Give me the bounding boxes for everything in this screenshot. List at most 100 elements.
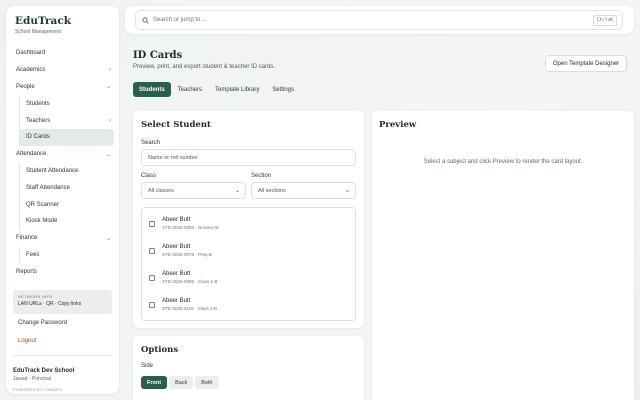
side-label: Side (141, 363, 154, 369)
sidebar-item-label: Staff Attendance (26, 184, 70, 191)
side-front-button[interactable]: Front (141, 376, 168, 389)
sidebar-item-people[interactable]: People ⌄ (6, 79, 119, 96)
student-row[interactable]: Abeer Butt STD-2025-0096 · Class 1-B (142, 264, 355, 291)
side-both-button[interactable]: Both (195, 376, 219, 389)
select-student-title: Select Student (141, 120, 211, 130)
sidebar-item-dashboard[interactable]: Dashboard (6, 45, 119, 62)
sidebar-item-teachers[interactable]: Teachers › (6, 112, 119, 129)
section-select-value: All sections (258, 187, 286, 194)
page-title: ID Cards (133, 50, 183, 61)
sidebar-item-reports[interactable]: Reports (6, 263, 119, 280)
chevron-right-icon: › (109, 117, 111, 124)
sidebar-item-finance[interactable]: Finance ⌄ (6, 230, 119, 247)
sidebar-item-student-attendance[interactable]: Student Attendance (6, 163, 119, 180)
brand-subtitle: School Management (15, 29, 61, 35)
tab-settings[interactable]: Settings (266, 82, 300, 97)
sidebar-item-label: Kiosk Mode (26, 218, 58, 225)
student-name: Abeer Butt (162, 244, 191, 250)
sidebar-item-label: Academics (16, 67, 46, 74)
section-select[interactable]: All sections ⌄ (251, 182, 356, 199)
finance-submenu: Fees (6, 246, 119, 264)
sidebar-item-kiosk-mode[interactable]: Kiosk Mode (6, 213, 119, 230)
powered-by: POWERED BY ONKIRO (13, 387, 63, 392)
sidebar-item-label: Teachers (26, 117, 51, 124)
sidebar-item-label: QR Scanner (26, 201, 60, 208)
tab-teachers[interactable]: Teachers (172, 82, 208, 97)
sidebar-item-id-cards[interactable]: ID Cards (19, 128, 114, 146)
chevron-down-icon: ⌄ (105, 151, 111, 158)
chevron-right-icon: › (109, 67, 111, 74)
student-meta: STD-2025-0056 · Nursery-B (162, 225, 219, 230)
options-card: Options Side Front Back Both (133, 336, 364, 400)
network-info-value: LAN URLs · QR · Copy links (18, 301, 82, 307)
section-label: Section (251, 173, 272, 179)
tab-template-library[interactable]: Template Library (209, 82, 265, 97)
sidebar-item-label: Student Attendance (26, 167, 79, 174)
class-select[interactable]: All classes ⌄ (141, 182, 246, 199)
sidebar-item-qr-scanner[interactable]: QR Scanner (6, 196, 119, 213)
tab-bar: Students Teachers Template Library Setti… (133, 82, 301, 97)
search-icon (142, 16, 149, 24)
sidebar-item-label: Students (26, 100, 50, 107)
preview-card: Preview Select a subject and click Previ… (372, 111, 634, 400)
sidebar-item-label: Dashboard (16, 50, 46, 57)
sidebar-nav: Dashboard Academics › People ⌄ Students Te… (6, 45, 119, 280)
sidebar-item-staff-attendance[interactable]: Staff Attendance (6, 179, 119, 196)
shortcut-hint: Ctrl+K (592, 15, 617, 26)
sidebar-item-academics[interactable]: Academics › (6, 62, 119, 79)
people-submenu: Students Teachers › ID Cards (6, 95, 119, 147)
student-row[interactable]: Abeer Butt STD-2025-0056 · Nursery-B (142, 210, 355, 237)
side-back-button[interactable]: Back (169, 376, 194, 389)
global-search-input[interactable]: Search or jump to… Ctrl+K (135, 10, 623, 30)
sidebar-item-label: Reports (16, 268, 38, 275)
network-info-panel[interactable]: NETWORK INFO LAN URLs · QR · Copy links (13, 290, 112, 314)
student-checkbox[interactable] (149, 247, 155, 254)
student-meta: STD-2025-0116 · Class 2-B (162, 306, 218, 311)
class-label: Class (141, 173, 157, 179)
network-info-title: NETWORK INFO (18, 294, 53, 299)
sidebar-item-label: Finance (16, 235, 38, 242)
current-user: Jawad · Principal (13, 376, 52, 382)
student-meta: STD-2025-0076 · Prep-B (162, 252, 213, 257)
student-name: Abeer Butt (162, 271, 191, 277)
logout-link[interactable]: Logout (18, 338, 36, 344)
sidebar-item-fees[interactable]: Fees (6, 247, 119, 264)
sidebar-item-label: ID Cards (26, 134, 50, 141)
sidebar-item-label: Fees (26, 251, 40, 258)
student-search-input[interactable]: Name or roll number (141, 149, 356, 166)
sidebar-item-students[interactable]: Students (6, 95, 119, 112)
student-name: Abeer Butt (162, 217, 191, 223)
chevron-down-icon: ⌄ (105, 84, 111, 91)
sidebar: EduTrack School Management Dashboard Aca… (6, 6, 119, 394)
student-checkbox[interactable] (149, 220, 155, 227)
change-password-link[interactable]: Change Password (18, 320, 67, 326)
student-search-placeholder: Name or roll number (148, 154, 199, 161)
student-checkbox[interactable] (149, 274, 155, 281)
sidebar-item-label: Attendance (16, 151, 47, 158)
brand: EduTrack School Management (6, 6, 119, 41)
student-row[interactable]: Abeer Butt STD-2025-0116 · Class 2-B (142, 291, 355, 318)
page-subtitle: Preview, print, and export student & tea… (133, 64, 276, 70)
topbar: Search or jump to… Ctrl+K (125, 6, 634, 34)
side-toggle: Front Back Both (141, 376, 219, 389)
preview-title: Preview (379, 120, 417, 130)
search-placeholder: Search or jump to… (153, 17, 207, 23)
chevron-down-icon: ⌄ (234, 188, 240, 194)
attendance-submenu: Student Attendance Staff Attendance QR S… (6, 162, 119, 230)
chevron-down-icon: ⌄ (344, 188, 350, 194)
search-label: Search (141, 140, 161, 146)
student-checkbox[interactable] (149, 301, 155, 308)
student-row[interactable]: Abeer Butt STD-2025-0076 · Prep-B (142, 237, 355, 264)
chevron-down-icon: ⌄ (105, 235, 111, 242)
student-meta: STD-2025-0096 · Class 1-B (162, 279, 218, 284)
sidebar-item-attendance[interactable]: Attendance ⌄ (6, 146, 119, 163)
student-list: Abeer Butt STD-2025-0056 · Nursery-B Abee… (141, 207, 356, 321)
tab-students[interactable]: Students (133, 82, 171, 97)
sidebar-divider (13, 355, 112, 356)
school-name: EduTrack Dev School (13, 368, 75, 374)
preview-empty-message: Select a subject and click Preview to re… (423, 159, 583, 165)
open-template-designer-button[interactable]: Open Template Designer (545, 55, 627, 72)
sidebar-item-label: People (16, 83, 35, 90)
select-student-card: Select Student Search Name or roll numbe… (133, 111, 364, 328)
class-select-value: All classes (148, 187, 174, 194)
